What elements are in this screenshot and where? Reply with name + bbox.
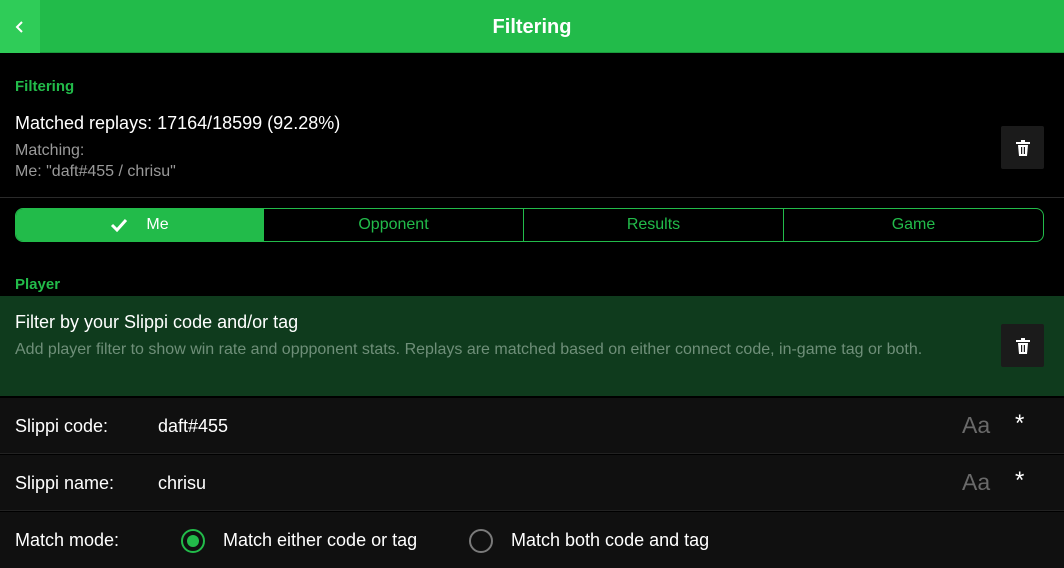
clear-filters-button[interactable] (1001, 126, 1044, 169)
matching-value: Me: "daft#455 / chrisu" (15, 163, 176, 180)
slippi-code-row: Slippi code: daft#455 Aa * (0, 398, 1064, 454)
match-mode-label: Match mode: (15, 530, 120, 550)
back-button[interactable] (0, 0, 40, 53)
tab-results[interactable]: Results (524, 209, 784, 241)
match-either-label[interactable]: Match either code or tag (223, 530, 417, 551)
player-card-description: Add player filter to show win rate and o… (15, 341, 923, 358)
match-case-icon[interactable]: Aa (962, 469, 990, 496)
trash-icon (1015, 337, 1030, 354)
section-divider (0, 197, 1064, 198)
slippi-name-label: Slippi name: (15, 473, 115, 493)
match-mode-row: Match mode: Match either code or tag Mat… (0, 512, 1064, 568)
player-card-title: Filter by your Slippi code and/or tag (15, 312, 299, 332)
filtering-section-title: Filtering (15, 78, 75, 95)
page-title: Filtering (492, 16, 572, 38)
tab-results-label: Results (626, 216, 681, 233)
chevron-left-icon (15, 20, 23, 33)
wildcard-icon[interactable]: * (1015, 410, 1024, 438)
tab-opponent[interactable]: Opponent (264, 209, 524, 241)
slippi-name-row: Slippi name: chrisu Aa * (0, 455, 1064, 511)
player-filter-card: Filter by your Slippi code and/or tag Ad… (0, 296, 1064, 396)
tab-game-label: Game (891, 216, 936, 233)
tab-game[interactable]: Game (784, 209, 1043, 241)
player-section-title: Player (15, 276, 61, 293)
match-either-radio[interactable] (181, 529, 205, 553)
check-icon (110, 218, 128, 232)
clear-player-filter-button[interactable] (1001, 324, 1044, 367)
filter-tabs: Me Opponent Results Game (15, 208, 1044, 242)
trash-icon (1015, 139, 1030, 156)
tab-opponent-label: Opponent (358, 216, 429, 233)
slippi-code-label: Slippi code: (15, 416, 109, 436)
title-bar: Filtering (0, 0, 1064, 53)
tab-me[interactable]: Me (16, 209, 264, 241)
slippi-name-input[interactable]: chrisu (158, 473, 206, 494)
slippi-code-input[interactable]: daft#455 (158, 416, 228, 437)
tab-me-label: Me (146, 216, 169, 233)
wildcard-icon[interactable]: * (1015, 467, 1024, 495)
match-case-icon[interactable]: Aa (962, 412, 990, 439)
matching-label: Matching: (15, 142, 85, 159)
match-both-radio[interactable] (469, 529, 493, 553)
matched-replays-text: Matched replays: 17164/18599 (92.28%) (15, 113, 341, 133)
match-both-label[interactable]: Match both code and tag (511, 530, 709, 551)
